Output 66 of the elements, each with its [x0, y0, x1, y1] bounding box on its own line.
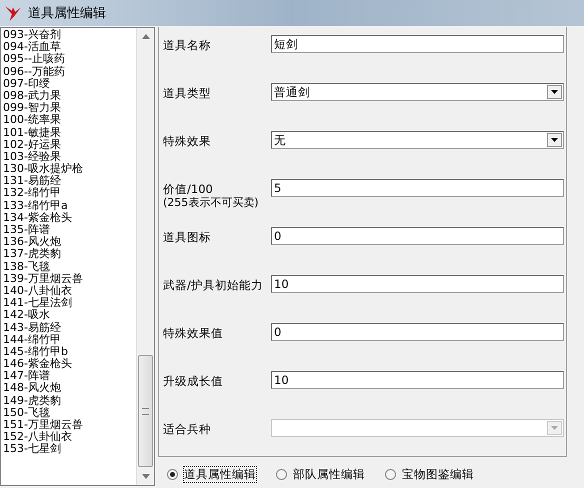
list-item[interactable]: 096--万能药: [3, 66, 136, 78]
field-label: 特殊效果值: [163, 326, 224, 340]
list-item[interactable]: 098-武力果: [3, 90, 136, 102]
list-item[interactable]: 147-阵谱: [3, 370, 136, 382]
list-item[interactable]: 137-虎类豹: [3, 248, 136, 261]
list-item[interactable]: 141-七星法剑: [3, 297, 136, 310]
dropdown-arrow-icon: [551, 90, 558, 94]
list-item[interactable]: 153-七星剑: [3, 443, 136, 456]
radio-option[interactable]: 宝物图鉴编辑: [383, 466, 476, 483]
list-item[interactable]: 132-绵竹甲: [3, 187, 136, 200]
field-label: 武器/护具初始能力: [163, 278, 264, 292]
list-item[interactable]: 100-统率果: [3, 114, 136, 126]
field-note: (255表示不可买卖): [163, 196, 260, 210]
list-item[interactable]: 150-飞毯: [3, 406, 136, 419]
text-field[interactable]: 10: [271, 371, 564, 389]
field-label: 道具名称: [163, 38, 212, 52]
list-item[interactable]: 151-万里烟云兽: [3, 419, 136, 432]
scroll-up-icon[interactable]: [142, 34, 150, 39]
dropdown[interactable]: 普通剑: [271, 83, 564, 101]
field-label: 价值/100: [163, 182, 214, 196]
text-field[interactable]: 0: [271, 323, 564, 341]
field-label: 道具图标: [163, 230, 212, 244]
list-item[interactable]: 145-绵竹甲b: [3, 346, 136, 358]
list-item[interactable]: 094-活血草: [3, 41, 136, 54]
list-item[interactable]: 102-好运果: [3, 138, 136, 151]
field-label: 适合兵种: [163, 422, 212, 436]
scroll-thumb[interactable]: [138, 355, 153, 467]
list-item[interactable]: 135-阵谱: [3, 224, 136, 236]
list-item[interactable]: 139-万里烟云兽: [3, 272, 136, 285]
list-item[interactable]: 101-敏捷果: [3, 126, 136, 139]
dropdown-arrow-icon: [551, 426, 558, 430]
window-title: 道具属性编辑: [28, 5, 106, 22]
radio-option[interactable]: 道具属性编辑: [165, 466, 258, 483]
dropdown-arrow-icon: [551, 138, 558, 142]
field-label: 道具类型: [163, 86, 212, 100]
scrollbar[interactable]: [136, 28, 154, 485]
list-item[interactable]: 138-飞毯: [3, 260, 136, 273]
scroll-down-icon[interactable]: [142, 474, 150, 479]
bird-icon: [4, 4, 22, 22]
list-item[interactable]: 142-吸水: [3, 309, 136, 322]
list-item[interactable]: 148-风火炮: [3, 382, 136, 395]
list-item[interactable]: 131-易筋经: [3, 175, 136, 188]
text-field[interactable]: 0: [271, 227, 564, 245]
text-field[interactable]: 短剑: [271, 35, 564, 53]
field-label: 升级成长值: [163, 374, 224, 388]
radio-option[interactable]: 部队属性编辑: [274, 466, 367, 483]
list-item[interactable]: 097-印绶: [3, 78, 136, 90]
dropdown[interactable]: 无: [271, 131, 564, 149]
text-field[interactable]: 10: [271, 275, 564, 293]
list-item[interactable]: 133-绵竹甲a: [3, 200, 136, 212]
list-item[interactable]: 136-风火炮: [3, 236, 136, 248]
list-item[interactable]: 146-紫金枪头: [3, 358, 136, 370]
list-item[interactable]: 144-绵竹甲: [3, 334, 136, 346]
list-item[interactable]: 152-八卦仙衣: [3, 431, 136, 444]
list-item[interactable]: 103-经验果: [3, 150, 136, 164]
list-item[interactable]: 130-吸水提炉枪: [3, 163, 136, 176]
text-field[interactable]: 5: [271, 179, 564, 197]
list-item[interactable]: 140-八卦仙衣: [3, 284, 136, 298]
list-item[interactable]: 093-兴奋剂: [3, 29, 136, 42]
list-item[interactable]: 143-易筋经: [3, 322, 136, 334]
list-item[interactable]: 095--止咳药: [3, 53, 136, 66]
list-item[interactable]: 099-智力果: [3, 102, 136, 114]
list-item[interactable]: 134-紫金枪头: [3, 212, 136, 224]
item-list[interactable]: [0, 27, 155, 486]
field-label: 特殊效果: [163, 134, 212, 148]
list-item[interactable]: 149-虎类豹: [3, 394, 136, 407]
